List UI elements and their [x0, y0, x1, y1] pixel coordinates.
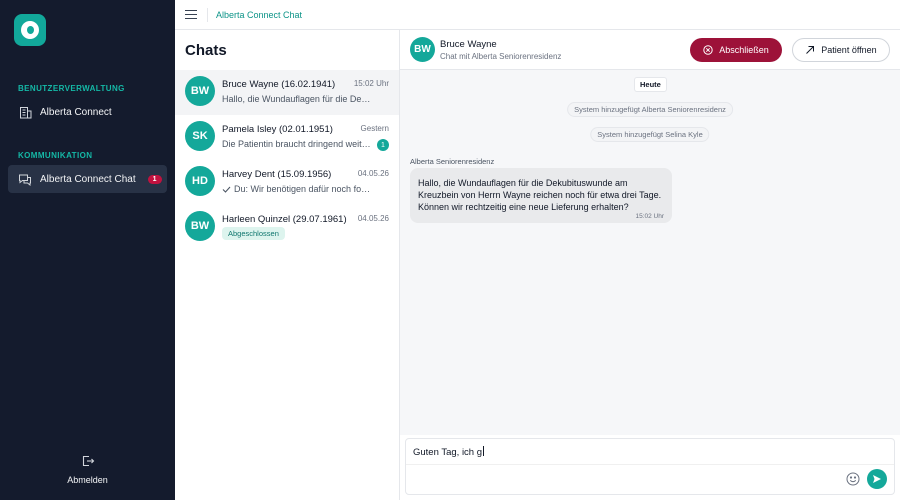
avatar: BW [185, 76, 215, 106]
hamburger-icon[interactable] [185, 9, 197, 20]
close-circle-icon [703, 45, 713, 55]
section-label-benutzerverwaltung: BENUTZERVERWALTUNG [18, 84, 125, 93]
sidebar-item-label: Alberta Connect Chat [40, 173, 136, 185]
chat-name: Harleen Quinzel (29.07.1961) [222, 214, 347, 225]
unread-badge: 1 [147, 174, 162, 184]
sidebar: BENUTZERVERWALTUNG Alberta Connect KOMMU… [0, 0, 175, 500]
message-sender: Alberta Seniorenresidenz [410, 157, 495, 166]
sidebar-item-alberta-connect-chat[interactable]: Alberta Connect Chat 1 [8, 165, 167, 193]
message-time: 15:02 Uhr [635, 213, 664, 220]
send-icon [873, 475, 881, 483]
sidebar-item-label: Alberta Connect [40, 106, 112, 118]
logout-label: Abmelden [67, 475, 108, 485]
top-bar: Alberta Connect Chat [175, 0, 900, 30]
message-bubble: Hallo, die Wundauflagen für die Dekubitu… [410, 168, 672, 223]
system-message: System hinzugefügt Alberta Seniorenresid… [567, 102, 733, 117]
close-chat-button[interactable]: Abschließen [690, 38, 782, 62]
avatar: HD [185, 166, 215, 196]
open-patient-label: Patient öffnen [821, 45, 877, 55]
chat-preview-text: Du: Wir benötigen dafür noch folgende Un… [234, 184, 372, 194]
message-text: Hallo, die Wundauflagen für die Dekubitu… [418, 178, 662, 212]
conversation-subtitle: Chat mit Alberta Seniorenresidenz [440, 52, 562, 61]
chat-time: Gestern [360, 124, 389, 133]
sidebar-item-alberta-connect[interactable]: Alberta Connect [8, 98, 167, 126]
chat-time: 04.05.26 [357, 214, 389, 223]
message-input[interactable]: Guten Tag, ich g [413, 446, 813, 458]
message-input-value: Guten Tag, ich g [413, 447, 483, 458]
chat-preview: Hallo, die Wundauflagen für die Dekubitu… [222, 94, 372, 104]
message-area[interactable]: Heute System hinzugefügt Alberta Seniore… [400, 70, 900, 435]
emoji-icon[interactable] [846, 472, 860, 486]
conversation-title: Bruce Wayne [440, 39, 497, 50]
chat-name: Harvey Dent (15.09.1956) [222, 169, 332, 180]
divider [406, 464, 894, 465]
logout-button[interactable]: Abmelden [0, 454, 175, 486]
logout-icon [82, 455, 94, 467]
open-patient-button[interactable]: Patient öffnen [792, 38, 890, 62]
avatar: SK [185, 121, 215, 151]
check-icon [222, 186, 231, 193]
chat-list-item[interactable]: BW Bruce Wayne (16.02.1941) 15:02 Uhr Ha… [175, 70, 399, 115]
conversation-header: BW Bruce Wayne Chat mit Alberta Senioren… [400, 30, 900, 70]
message-composer[interactable]: Guten Tag, ich g [405, 438, 895, 495]
breadcrumb[interactable]: Alberta Connect Chat [216, 10, 302, 20]
unread-count-badge: 1 [377, 139, 389, 151]
section-label-kommunikation: KOMMUNIKATION [18, 151, 93, 160]
arrow-up-right-icon [806, 46, 815, 54]
chat-list-panel: Chats BW Bruce Wayne (16.02.1941) 15:02 … [175, 30, 400, 500]
avatar: BW [410, 37, 435, 62]
date-separator: Heute [634, 77, 667, 92]
chat-name: Bruce Wayne (16.02.1941) [222, 79, 336, 90]
chat-list-title: Chats [185, 42, 227, 59]
chat-preview: Du: Wir benötigen dafür noch folgende Un… [222, 184, 372, 194]
chat-time: 04.05.26 [357, 169, 389, 178]
chat-list-item[interactable]: SK Pamela Isley (02.01.1951) Gestern Die… [175, 115, 399, 160]
chat-list-item[interactable]: HD Harvey Dent (15.09.1956) 04.05.26 Du:… [175, 160, 399, 205]
avatar: BW [185, 211, 215, 241]
chat-time: 15:02 Uhr [353, 79, 389, 88]
chat-bubbles-icon [18, 172, 32, 186]
close-chat-label: Abschließen [719, 45, 769, 55]
chat-name: Pamela Isley (02.01.1951) [222, 124, 333, 135]
chat-list-item[interactable]: BW Harleen Quinzel (29.07.1961) 04.05.26… [175, 205, 399, 250]
text-caret [483, 446, 485, 456]
system-message: System hinzugefügt Selina Kyle [590, 127, 710, 142]
status-badge: Abgeschlossen [222, 227, 285, 240]
chat-preview: Die Patientin braucht dringend weitere V… [222, 139, 372, 149]
building-icon [18, 105, 32, 119]
send-button[interactable] [867, 469, 887, 489]
divider [207, 7, 208, 22]
logo-icon[interactable] [14, 14, 46, 46]
